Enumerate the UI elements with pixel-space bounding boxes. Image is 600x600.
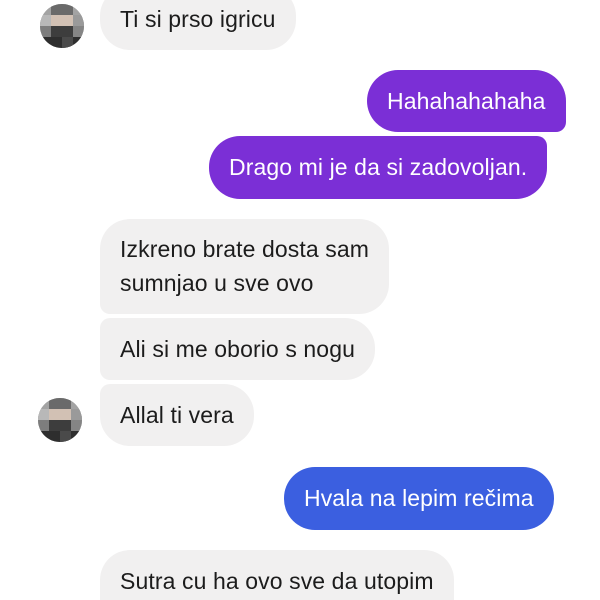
pixelated-profile-avatar-icon bbox=[38, 398, 82, 442]
message-thread: Ti si prso igricu Hahahahahaha Drago mi … bbox=[0, 0, 600, 600]
message-text: Sutra cu ha ovo sve da utopim bbox=[120, 568, 434, 594]
message-bubble-incoming[interactable]: Allal ti vera bbox=[100, 384, 254, 446]
message-text: Ali si me oborio s nogu bbox=[120, 336, 355, 362]
message-text: Allal ti vera bbox=[120, 402, 234, 428]
message-text: Drago mi je da si zadovoljan. bbox=[229, 154, 528, 180]
pixelated-profile-avatar-icon bbox=[40, 4, 84, 48]
message-bubble-outgoing[interactable]: Hahahahahaha bbox=[367, 70, 566, 132]
message-text: Hvala na lepim rečima bbox=[304, 485, 534, 511]
message-bubble-incoming[interactable]: Sutra cu ha ovo sve da utopim bbox=[100, 550, 454, 600]
contact-avatar[interactable] bbox=[40, 4, 84, 48]
message-text-line: Izkreno brate dosta sam bbox=[120, 236, 370, 262]
message-text: Ti si prso igricu bbox=[120, 6, 276, 32]
message-bubble-outgoing[interactable]: Hvala na lepim rečima bbox=[284, 467, 554, 530]
message-bubble-incoming[interactable]: Izkreno brate dosta sam sumnjao u sve ov… bbox=[100, 219, 390, 314]
contact-avatar[interactable] bbox=[38, 398, 82, 442]
message-bubble-incoming[interactable]: Ali si me oborio s nogu bbox=[100, 318, 375, 380]
message-bubble-incoming[interactable]: Ti si prso igricu bbox=[100, 0, 296, 50]
message-text: Hahahahahaha bbox=[387, 88, 546, 114]
message-text-line: sumnjao u sve ovo bbox=[120, 270, 314, 296]
message-bubble-outgoing[interactable]: Drago mi je da si zadovoljan. bbox=[209, 136, 548, 199]
